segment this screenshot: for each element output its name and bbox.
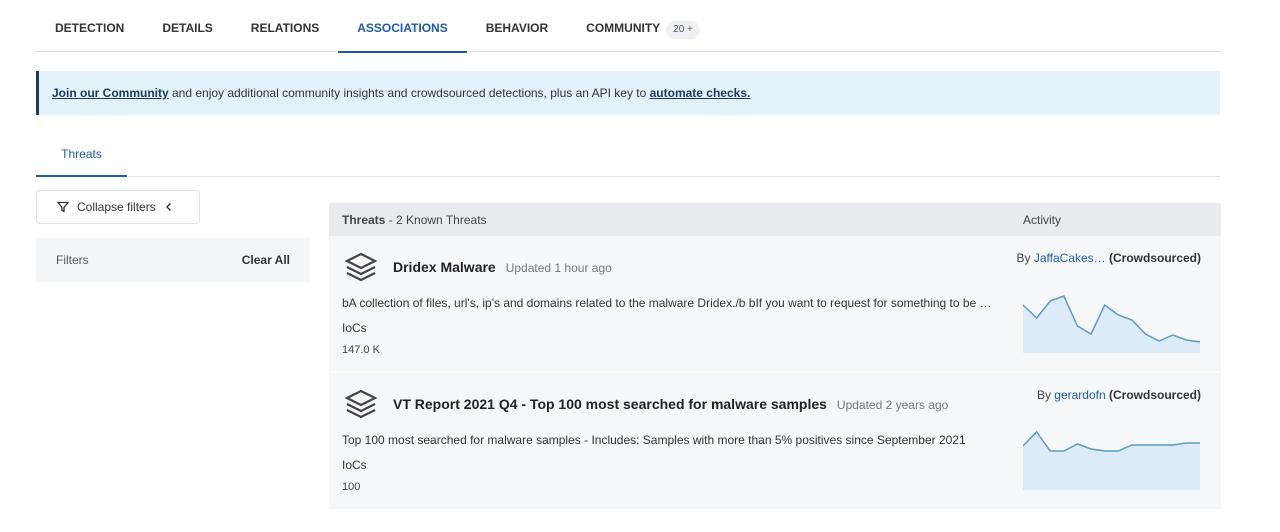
threat-author: By gerardofn (Crowdsourced)	[1037, 388, 1201, 402]
threat-title[interactable]: Dridex Malware Updated 1 hour ago	[393, 259, 612, 275]
filters-label: Filters	[56, 253, 89, 267]
tab-detection[interactable]: DETECTION	[36, 0, 143, 52]
threat-description: Top 100 most searched for malware sample…	[342, 433, 966, 447]
threat-name[interactable]: VT Report 2021 Q4 - Top 100 most searche…	[393, 396, 827, 412]
tab-details[interactable]: DETAILS	[143, 0, 231, 52]
threat-updated: Updated 1 hour ago	[505, 261, 612, 275]
activity-sparkline	[1023, 295, 1201, 353]
table-row[interactable]: Dridex Malware Updated 1 hour ago bA coll…	[329, 236, 1221, 373]
clear-all-button[interactable]: Clear All	[242, 253, 290, 267]
header-title: Threats	[342, 212, 386, 227]
chevron-left-icon	[165, 203, 171, 211]
tab-behavior[interactable]: BEHAVIOR	[467, 0, 567, 52]
tab-community-label: COMMUNITY	[586, 21, 661, 35]
automate-checks-link[interactable]: automate checks.	[650, 86, 751, 100]
threats-table: Threats - 2 Known Threats Activity Dride…	[329, 203, 1221, 511]
source-label: (Crowdsourced)	[1105, 388, 1201, 402]
banner-text: and enjoy additional community insights …	[168, 86, 650, 100]
iocs-value: 100	[342, 481, 361, 493]
sparkline-area	[1023, 432, 1200, 490]
tab-threats[interactable]: Threats	[36, 133, 127, 177]
author-link[interactable]: gerardofn	[1054, 388, 1105, 402]
community-count-badge: 20 +	[666, 21, 700, 39]
table-header: Threats - 2 Known Threats Activity	[329, 203, 1221, 236]
by-label: By	[1016, 251, 1034, 265]
join-community-link[interactable]: Join our Community	[52, 86, 169, 100]
iocs-label: IoCs	[342, 458, 367, 472]
iocs-value: 147.0 K	[342, 344, 380, 356]
threat-layers-icon	[344, 252, 378, 282]
filters-panel: Filters Clear All	[36, 238, 310, 282]
activity-sparkline	[1023, 430, 1200, 490]
collapse-filters-button[interactable]: Collapse filters	[36, 190, 200, 224]
tab-community[interactable]: COMMUNITY 20 +	[567, 0, 719, 52]
threat-layers-icon	[344, 389, 378, 419]
tab-associations[interactable]: ASSOCIATIONS	[338, 0, 468, 53]
table-row[interactable]: VT Report 2021 Q4 - Top 100 most searche…	[329, 373, 1221, 511]
threat-description: bA collection of files, url's, ip's and …	[342, 296, 992, 310]
sparkline-area	[1023, 296, 1200, 353]
threat-updated: Updated 2 years ago	[836, 398, 949, 412]
author-link[interactable]: JaffaCakes…	[1034, 251, 1106, 265]
iocs-label: IoCs	[342, 321, 367, 335]
main-tabs: DETECTION DETAILS RELATIONS ASSOCIATIONS…	[36, 0, 1220, 53]
sub-tabs: Threats	[36, 133, 1220, 177]
source-label: (Crowdsourced)	[1105, 251, 1201, 265]
tab-relations[interactable]: RELATIONS	[232, 0, 338, 52]
threat-title[interactable]: VT Report 2021 Q4 - Top 100 most searche…	[393, 396, 948, 412]
collapse-filters-label: Collapse filters	[77, 200, 156, 214]
header-activity: Activity	[1023, 212, 1062, 227]
threat-author: By JaffaCakes… (Crowdsourced)	[1017, 251, 1202, 265]
community-banner: Join our Community and enjoy additional …	[36, 71, 1220, 115]
threat-name[interactable]: Dridex Malware	[393, 259, 496, 275]
filter-icon	[57, 201, 69, 213]
header-count: - 2 Known Threats	[385, 212, 487, 227]
by-label: By	[1036, 388, 1055, 402]
